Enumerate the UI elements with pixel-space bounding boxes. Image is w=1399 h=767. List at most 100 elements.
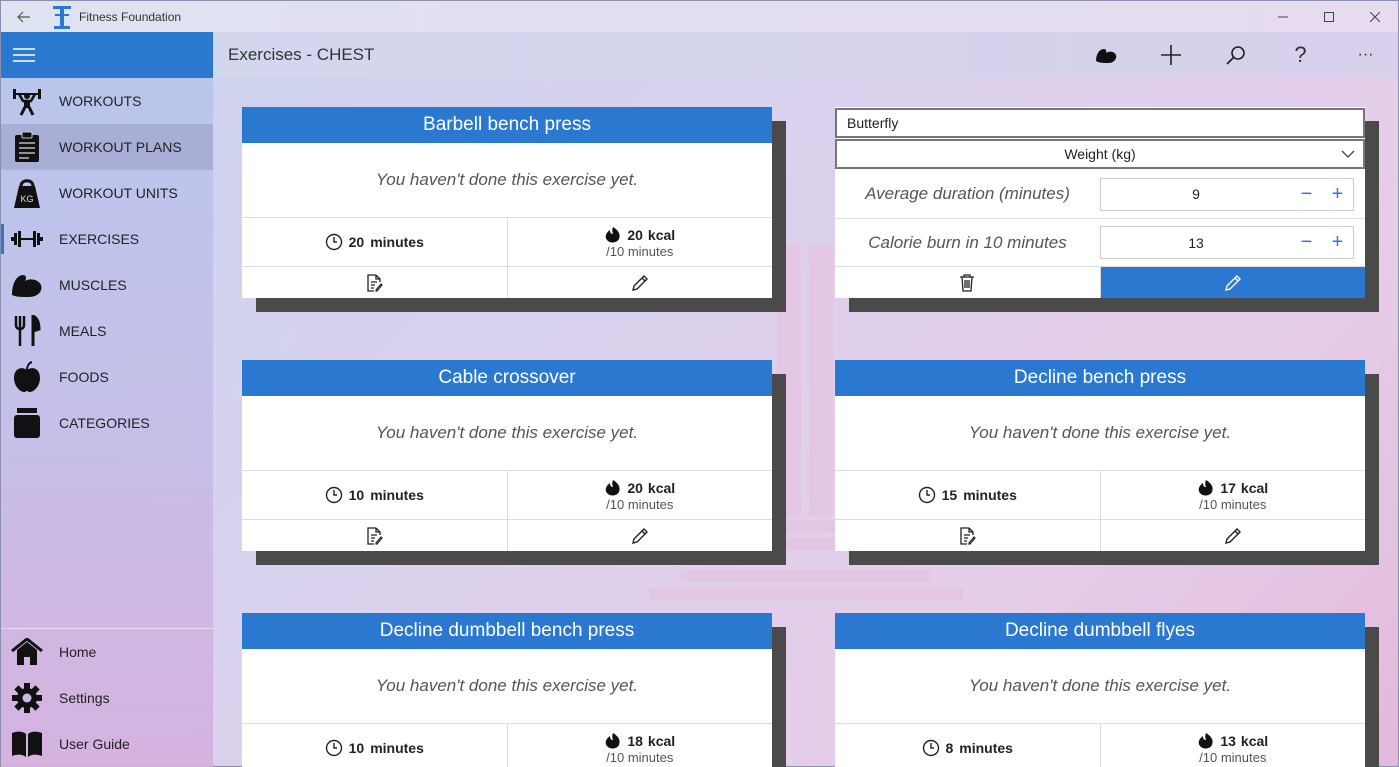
- more-icon: ···: [1357, 46, 1374, 63]
- dumbbell-icon: [3, 216, 51, 262]
- calorie-stat: 17 kcal /10 minutes: [1099, 471, 1366, 519]
- exercise-type-select[interactable]: Weight (kg): [835, 139, 1365, 169]
- exercise-name-field[interactable]: Butterfly: [835, 108, 1365, 138]
- back-button[interactable]: [1, 1, 47, 32]
- history-button[interactable]: [242, 267, 507, 298]
- flame-icon: [606, 226, 620, 243]
- clock-icon: [922, 739, 939, 757]
- sidebar-item-workout-units[interactable]: KG WORKOUT UNITS: [1, 170, 213, 216]
- duration-stat: 15 minutes: [835, 471, 1100, 519]
- sidebar-item-workouts[interactable]: WORKOUTS: [1, 78, 213, 124]
- per-ten-minutes: /10 minutes: [606, 749, 674, 765]
- sidebar-item-label: MUSCLES: [59, 277, 127, 293]
- gear-icon: [3, 675, 51, 721]
- decrement-button[interactable]: −: [1291, 231, 1322, 254]
- increment-button[interactable]: +: [1322, 183, 1353, 206]
- per-ten-minutes: /10 minutes: [1199, 749, 1267, 765]
- calorie-burn-value[interactable]: 13: [1101, 235, 1291, 251]
- duration-stat: 10 minutes: [242, 724, 507, 767]
- flame-icon: [606, 479, 620, 496]
- history-button[interactable]: [242, 520, 507, 551]
- cutlery-icon: [3, 308, 51, 354]
- kcal-value: 18: [627, 732, 643, 749]
- sidebar-item-home[interactable]: Home: [1, 629, 213, 675]
- pencil-icon: [1224, 274, 1241, 291]
- page-title: Exercises - CHEST: [228, 45, 375, 64]
- muscle-icon: [1095, 49, 1116, 63]
- duration-unit: minutes: [959, 740, 1013, 756]
- add-button[interactable]: [1138, 32, 1203, 78]
- minimize-button[interactable]: [1260, 1, 1306, 32]
- weightlifter-icon: [3, 78, 51, 124]
- history-button[interactable]: [835, 520, 1100, 551]
- delete-button[interactable]: [835, 267, 1100, 298]
- kcal-unit: kcal: [647, 732, 676, 749]
- exercise-title[interactable]: Barbell bench press: [242, 107, 772, 143]
- sidebar-item-workout-plans[interactable]: WORKOUT PLANS: [1, 124, 213, 170]
- duration-unit: minutes: [370, 740, 424, 756]
- sidebar-item-settings[interactable]: Settings: [1, 675, 213, 721]
- sidebar-item-exercises[interactable]: EXERCISES: [1, 216, 213, 262]
- exercise-title[interactable]: Cable crossover: [242, 360, 772, 396]
- muscles-filter-button[interactable]: [1073, 32, 1138, 78]
- chevron-down-icon: [1341, 150, 1355, 158]
- search-icon: [1225, 46, 1245, 65]
- exercise-history-message: You haven't done this exercise yet.: [375, 423, 639, 442]
- duration-value: 20: [348, 234, 365, 250]
- flame-icon: [1199, 479, 1213, 496]
- calorie-stat: 20 kcal /10 minutes: [506, 218, 773, 266]
- kcal-value: 17: [1220, 479, 1236, 496]
- avg-duration-label: Average duration (minutes): [865, 184, 1070, 203]
- exercise-card: Decline dumbbell bench press You haven't…: [242, 613, 772, 767]
- increment-button[interactable]: +: [1322, 231, 1353, 254]
- kcal-value: 13: [1220, 732, 1236, 749]
- edit-button[interactable]: [506, 520, 773, 551]
- save-edit-button[interactable]: [1099, 267, 1365, 298]
- sidebar-item-label: WORKOUT UNITS: [59, 185, 178, 201]
- exercise-card: Cable crossover You haven't done this ex…: [242, 360, 772, 551]
- calorie-burn-stepper[interactable]: 13 − +: [1100, 226, 1354, 259]
- exercise-title[interactable]: Decline dumbbell bench press: [242, 613, 772, 649]
- avg-duration-stepper[interactable]: 9 − +: [1100, 177, 1354, 211]
- exercise-card: Barbell bench press You haven't done thi…: [242, 107, 772, 298]
- exercise-edit-card: Butterfly Weight (kg) Average duration (…: [835, 107, 1365, 298]
- maximize-icon: [1324, 11, 1334, 22]
- edit-button[interactable]: [506, 267, 773, 298]
- sidebar-item-label: User Guide: [59, 736, 130, 752]
- pencil-icon: [631, 527, 648, 544]
- duration-unit: minutes: [963, 487, 1017, 503]
- avg-duration-value[interactable]: 9: [1101, 186, 1291, 202]
- title-bar: Fitness Foundation: [1, 1, 1398, 32]
- sidebar-item-meals[interactable]: MEALS: [1, 308, 213, 354]
- more-button[interactable]: ···: [1333, 32, 1398, 78]
- sidebar-item-user-guide[interactable]: User Guide: [1, 721, 213, 767]
- duration-unit: minutes: [370, 487, 424, 503]
- sidebar-item-label: FOODS: [59, 369, 109, 385]
- calorie-stat: 18 kcal /10 minutes: [506, 724, 773, 767]
- notes-icon: [367, 273, 384, 292]
- duration-stat: 8 minutes: [835, 724, 1100, 767]
- edit-button[interactable]: [1099, 520, 1366, 551]
- help-button[interactable]: ?: [1268, 32, 1333, 78]
- calorie-burn-label: Calorie burn in 10 minutes: [868, 232, 1067, 252]
- exercise-history-message: You haven't done this exercise yet.: [375, 170, 639, 189]
- duration-value: 10: [348, 487, 365, 503]
- sidebar-item-muscles[interactable]: MUSCLES: [1, 262, 213, 308]
- sidebar-item-label: EXERCISES: [59, 231, 140, 247]
- search-button[interactable]: [1203, 32, 1268, 78]
- maximize-button[interactable]: [1306, 1, 1352, 32]
- pencil-icon: [1224, 527, 1241, 544]
- duration-value: 8: [945, 740, 954, 756]
- sidebar-item-categories[interactable]: CATEGORIES: [1, 400, 213, 446]
- exercise-title[interactable]: Decline dumbbell flyes: [835, 613, 1365, 649]
- hamburger-button[interactable]: [1, 32, 213, 78]
- sidebar-item-foods[interactable]: FOODS: [1, 354, 213, 400]
- exercise-title[interactable]: Decline bench press: [835, 360, 1365, 396]
- close-button[interactable]: [1352, 1, 1398, 32]
- close-icon: [1370, 11, 1380, 22]
- add-icon: [1160, 45, 1181, 65]
- app-header: Exercises - CHEST ? ···: [213, 32, 1398, 78]
- decrement-button[interactable]: −: [1291, 183, 1322, 206]
- exercise-history-message: You haven't done this exercise yet.: [968, 676, 1232, 695]
- svg-text:KG: KG: [20, 194, 33, 204]
